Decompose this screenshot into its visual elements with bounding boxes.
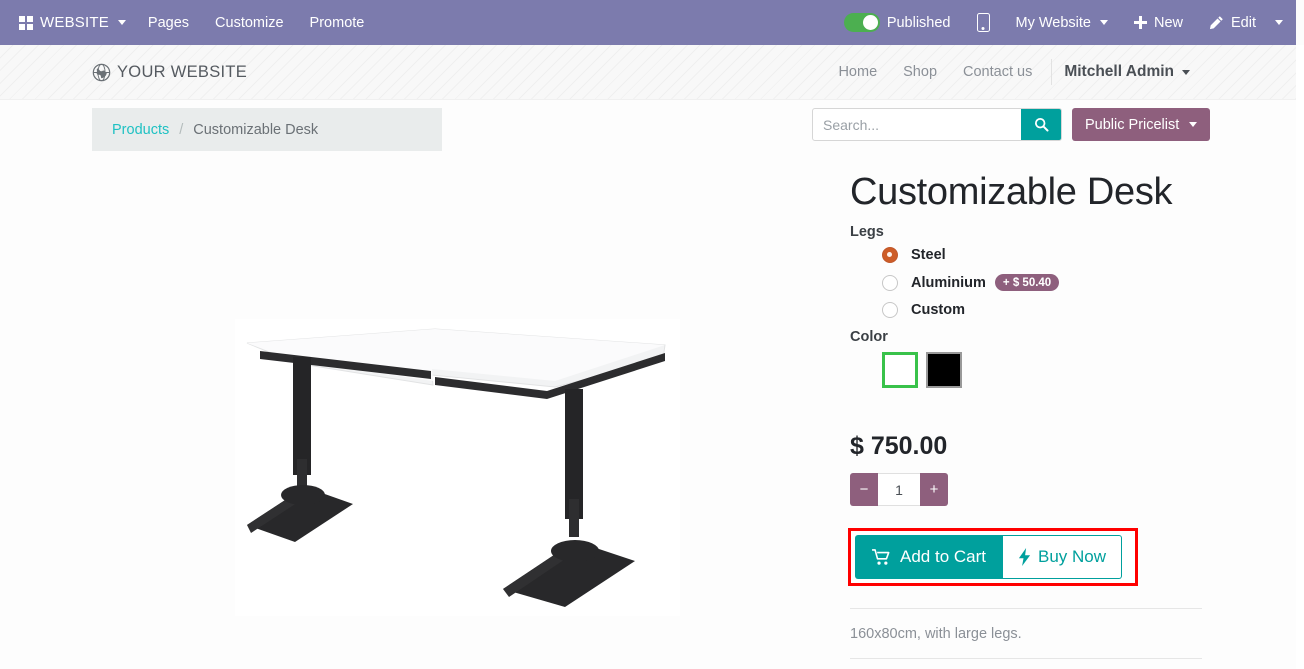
chevron-down-icon <box>1275 20 1283 25</box>
breadcrumb-products-link[interactable]: Products <box>112 122 169 138</box>
website-header: YOUR WEBSITE Home Shop Contact us Mitche… <box>0 45 1296 100</box>
globe-icon <box>92 63 111 81</box>
buy-now-label: Buy Now <box>1038 547 1107 566</box>
attribute-color: Color <box>850 329 1232 388</box>
plus-icon <box>1133 16 1147 29</box>
product-page: Products / Customizable Desk Search... P… <box>0 100 1296 669</box>
product-price: $ 750.00 <box>850 432 948 460</box>
radio-label-aluminium: Aluminium <box>911 274 986 291</box>
site-logo[interactable]: YOUR WEBSITE <box>92 63 247 82</box>
breadcrumb-current: Customizable Desk <box>193 121 319 138</box>
radio-button-custom[interactable] <box>882 302 898 318</box>
mobile-preview-button[interactable] <box>964 7 1003 38</box>
topbar-menu-item-pages[interactable]: Pages <box>135 9 202 37</box>
search-icon <box>1034 117 1048 132</box>
topbar-menu-item-promote[interactable]: Promote <box>297 9 378 37</box>
pencil-icon <box>1209 16 1223 30</box>
radio-button-steel[interactable] <box>882 247 898 263</box>
add-to-cart-label: Add to Cart <box>900 547 986 566</box>
mobile-preview-icon <box>976 13 990 32</box>
topbar-tail-filler <box>1296 0 1304 45</box>
breadcrumb: Products / Customizable Desk <box>92 108 442 151</box>
user-menu-label: Mitchell Admin <box>1064 63 1174 80</box>
radio-option-custom[interactable]: Custom <box>882 302 1232 318</box>
nav-item-shop[interactable]: Shop <box>890 56 950 88</box>
topbar-right-group: Published My Website New Edit <box>831 7 1296 38</box>
chevron-down-icon <box>1182 69 1190 75</box>
new-button-label: New <box>1153 14 1183 31</box>
quantity-decrease-button[interactable]: − <box>850 473 878 506</box>
search-input[interactable] <box>813 109 1021 140</box>
quantity-increase-button[interactable]: + <box>920 473 948 506</box>
radio-option-aluminium[interactable]: Aluminium + $ 50.40 <box>882 274 1232 291</box>
product-detail-column: Public Pricelist Customizable Desk Legs … <box>812 100 1232 659</box>
edit-button-label: Edit <box>1231 14 1256 31</box>
new-button[interactable]: New <box>1121 9 1196 37</box>
product-title: Customizable Desk <box>850 171 1173 213</box>
site-logo-text: YOUR WEBSITE <box>117 62 248 81</box>
nav-item-contact-us[interactable]: Contact us <box>950 56 1045 88</box>
attribute-legs-label: Legs <box>850 224 884 240</box>
apps-menu-button[interactable]: WEBSITE <box>10 8 135 37</box>
quantity-stepper: − + <box>850 473 948 506</box>
pricelist-selector-button[interactable]: Public Pricelist <box>1072 108 1211 141</box>
shopping-cart-icon <box>872 548 890 565</box>
topbar-menu-item-customize[interactable]: Customize <box>202 9 297 37</box>
odoo-top-bar: WEBSITE Pages Customize Promote Publishe… <box>0 0 1296 45</box>
extra-price-badge: + $ 50.40 <box>994 274 1060 291</box>
toggle-switch-icon[interactable] <box>843 13 880 32</box>
website-selector-label: My Website <box>1015 14 1091 31</box>
apps-menu-label: WEBSITE <box>40 14 109 31</box>
topbar-left-group: WEBSITE Pages Customize Promote <box>0 8 377 37</box>
topbar-overflow-menu[interactable] <box>1269 14 1292 31</box>
search-box[interactable] <box>812 108 1062 141</box>
radio-label-custom: Custom <box>911 302 965 318</box>
chevron-down-icon <box>1099 20 1108 25</box>
buy-now-button[interactable]: Buy Now <box>1003 535 1123 579</box>
description-divider-top <box>850 608 1202 609</box>
grid-icon <box>19 15 33 30</box>
topbar-menu: Pages Customize Promote <box>135 9 377 37</box>
product-description: 160x80cm, with large legs. <box>850 626 1022 642</box>
quantity-input[interactable] <box>878 473 920 506</box>
published-toggle[interactable]: Published <box>831 7 964 38</box>
product-image[interactable] <box>235 319 680 616</box>
radio-button-aluminium[interactable] <box>882 274 898 291</box>
customizable-desk-illustration <box>235 319 680 616</box>
radio-label-steel: Steel <box>911 247 946 263</box>
published-label: Published <box>886 14 951 31</box>
lightning-bolt-icon <box>1018 548 1031 566</box>
website-selector[interactable]: My Website <box>1003 9 1121 37</box>
color-swatch-row <box>882 352 1232 388</box>
description-divider-bottom <box>850 658 1202 659</box>
color-swatch-white[interactable] <box>882 352 918 388</box>
attribute-color-label: Color <box>850 329 888 345</box>
site-navigation: Home Shop Contact us Mitchell Admin <box>825 55 1196 89</box>
pricelist-label: Public Pricelist <box>1085 116 1180 133</box>
chevron-down-icon <box>117 20 126 25</box>
edit-button[interactable]: Edit <box>1196 9 1269 37</box>
nav-item-home[interactable]: Home <box>825 56 890 88</box>
attribute-legs: Legs Steel Aluminium + $ 50.40 Custom <box>850 224 1232 318</box>
user-menu[interactable]: Mitchell Admin <box>1058 55 1196 89</box>
search-row: Public Pricelist <box>812 108 1232 141</box>
search-button[interactable] <box>1021 109 1061 140</box>
page-scroll-strip[interactable] <box>1296 45 1304 669</box>
chevron-down-icon <box>1189 122 1198 127</box>
nav-divider <box>1051 59 1053 85</box>
add-to-cart-button[interactable]: Add to Cart <box>855 535 1003 579</box>
color-swatch-black[interactable] <box>926 352 962 388</box>
breadcrumb-separator: / <box>179 121 184 138</box>
radio-option-steel[interactable]: Steel <box>882 247 1232 263</box>
cart-actions-highlight: Add to Cart Buy Now <box>848 528 1138 586</box>
